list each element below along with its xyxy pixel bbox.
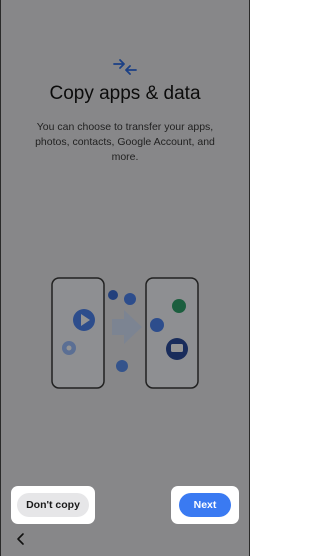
new-phone-shape xyxy=(145,277,199,389)
dont-copy-button[interactable]: Don't copy xyxy=(17,493,89,517)
photo-icon xyxy=(116,360,128,372)
page-subtitle: You can choose to transfer your apps, ph… xyxy=(35,121,215,163)
screen-edge-right xyxy=(249,0,250,556)
transfer-arrow-shape xyxy=(112,310,142,344)
next-button[interactable]: Next xyxy=(179,493,231,517)
document-icon xyxy=(124,293,136,305)
copy-apps-screen: Copy apps & data You can choose to trans… xyxy=(0,0,250,556)
apps-icon xyxy=(172,299,186,313)
page-title: Copy apps & data xyxy=(49,83,201,104)
music-icon xyxy=(108,290,118,300)
dont-copy-highlight: Don't copy xyxy=(11,486,95,524)
old-phone-shape xyxy=(51,277,105,389)
phone-transfer-illustration xyxy=(51,277,199,389)
screen-edge-left xyxy=(0,0,1,556)
next-highlight: Next xyxy=(171,486,239,524)
contact-icon xyxy=(150,318,164,332)
transfer-arrows-icon xyxy=(113,59,137,75)
back-chevron-icon[interactable] xyxy=(15,532,27,546)
